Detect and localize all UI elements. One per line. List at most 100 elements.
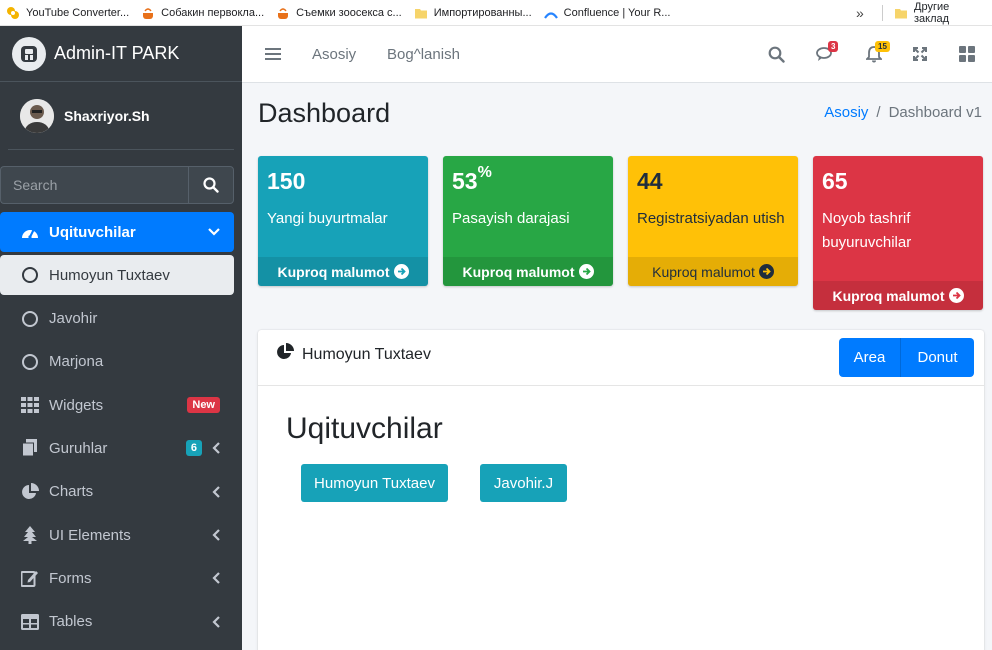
stat-label: Registratsiyadan utish [637, 210, 785, 227]
breadcrumb-link-asosiy[interactable]: Asosiy [824, 104, 868, 121]
fullscreen-button[interactable] [910, 44, 930, 64]
stat-label: Pasayish darajasi [452, 210, 570, 227]
section-heading: Uqituvchilar [286, 412, 443, 445]
bookmarks-overflow-button[interactable]: » [856, 0, 864, 26]
more-info-link[interactable]: Kuproq malumot [258, 257, 428, 286]
search-button[interactable] [188, 166, 234, 204]
card-title: Humoyun Tuxtaev [302, 345, 431, 363]
bookmark-2[interactable]: Собакин первокла... [135, 0, 270, 25]
search-input[interactable] [0, 166, 188, 204]
sidebar-item-charts[interactable]: Charts [0, 472, 234, 512]
chevron-down-icon [208, 228, 220, 236]
circle-icon [20, 353, 40, 371]
arrow-circle-right-icon [758, 264, 774, 279]
hamburger-icon [265, 48, 281, 60]
circle-icon [20, 266, 40, 284]
copy-icon [20, 439, 40, 457]
sidebar-item-label: Charts [49, 483, 94, 501]
edit-icon [20, 569, 40, 588]
stat-box-bounce-rate: 53% Pasayish darajasi Kuproq malumot [443, 156, 613, 286]
notifications-badge: 15 [875, 41, 890, 52]
expand-arrows-icon [913, 47, 927, 61]
youtube-converter-icon [6, 6, 20, 20]
arrow-circle-right-icon [393, 264, 409, 279]
count-badge: 6 [185, 440, 202, 457]
bookmark-youtube-converter[interactable]: YouTube Converter... [0, 0, 135, 25]
th-grid-icon [20, 396, 40, 414]
tab-area[interactable]: Area [839, 338, 901, 377]
tab-donut[interactable]: Donut [901, 338, 974, 377]
sidebar-item-javohir[interactable]: Javohir [0, 299, 234, 339]
navbar-search-button[interactable] [766, 44, 786, 64]
nav-link-boglanish[interactable]: Bog^lanish [387, 26, 460, 83]
stat-value: 65 [822, 168, 848, 194]
stat-value: 44 [637, 168, 663, 194]
pie-chart-icon [276, 343, 294, 366]
folder-icon [894, 6, 908, 20]
table-icon [20, 613, 40, 631]
sidebar-item-ui-elements[interactable]: UI Elements [0, 515, 234, 555]
sidebar: Admin-IT PARK Shaxriyor.Sh Uqituvchilar … [0, 26, 242, 650]
sidebar-item-tables[interactable]: Tables [0, 602, 234, 642]
teacher-button-javohir[interactable]: Javohir.J [480, 464, 567, 502]
stat-box-registrations: 44 Registratsiyadan utish Kuproq malumot [628, 156, 798, 286]
menu-toggle-button[interactable] [263, 44, 283, 64]
breadcrumb: Asosiy / Dashboard v1 [824, 104, 982, 121]
nav-link-asosiy[interactable]: Asosiy [312, 26, 356, 83]
chevron-left-icon [212, 615, 220, 628]
sidebar-item-label: Forms [49, 569, 92, 587]
confluence-icon [543, 6, 558, 20]
stat-box-orders: 150 Yangi buyurtmalar Kuproq malumot [258, 156, 428, 286]
more-info-link[interactable]: Kuproq malumot [628, 257, 798, 286]
tree-icon [20, 526, 40, 545]
sidebar-item-label: Uqituvchilar [49, 223, 136, 241]
percent-sign: % [477, 164, 492, 181]
sidebar-item-forms[interactable]: Forms [0, 558, 234, 598]
sidebar-nav: Uqituvchilar Humoyun Tuxtaev Javohir Mar… [0, 212, 242, 645]
bookmark-3[interactable]: Съемки зоосекса с... [270, 0, 408, 25]
folder-icon [414, 6, 428, 20]
chevron-left-icon [212, 572, 220, 585]
more-info-link[interactable]: Kuproq malumot [813, 281, 983, 310]
notifications-button[interactable]: 15 [864, 41, 890, 64]
bookmarks-divider [882, 5, 883, 21]
sidebar-item-guruhlar[interactable]: Guruhlar 6 [0, 428, 234, 468]
cooking-pot-icon [141, 6, 155, 20]
chart-card: Humoyun Tuxtaev Area Donut Uqituvchilar … [258, 330, 984, 650]
brand-link[interactable]: Admin-IT PARK [0, 26, 242, 82]
chevron-left-icon [212, 529, 220, 541]
sidebar-item-label: Guruhlar [49, 439, 108, 457]
messages-button[interactable]: 3 [815, 41, 839, 64]
bookmark-folder-imported[interactable]: Импортированны... [408, 0, 538, 25]
card-header: Humoyun Tuxtaev Area Donut [258, 330, 984, 386]
top-navbar: Asosiy Bog^lanish 3 15 [242, 26, 992, 83]
teacher-button-humoyun[interactable]: Humoyun Tuxtaev [301, 464, 448, 502]
breadcrumb-current: Dashboard v1 [888, 104, 982, 121]
user-name: Shaxriyor.Sh [64, 107, 150, 124]
th-large-icon [959, 46, 975, 62]
bookmark-other-folder[interactable]: Другие заклад [888, 0, 992, 26]
sidebar-item-marjona[interactable]: Marjona [0, 342, 234, 382]
control-sidebar-button[interactable] [957, 44, 977, 64]
stat-box-unique-visitors: 65 Noyob tashrif buyuruvchilar Kuproq ma… [813, 156, 983, 310]
search-icon [203, 177, 219, 193]
pie-chart-icon [20, 482, 40, 501]
cooking-pot-icon [276, 6, 290, 20]
more-info-link[interactable]: Kuproq malumot [443, 257, 613, 286]
user-panel[interactable]: Shaxriyor.Sh [8, 82, 234, 150]
arrow-circle-right-icon [578, 264, 594, 279]
sidebar-item-humoyun-tuxtaev[interactable]: Humoyun Tuxtaev [0, 255, 234, 296]
arrow-circle-right-icon [948, 288, 964, 303]
stat-value: 53% [452, 164, 492, 194]
avatar [20, 98, 54, 133]
bookmark-confluence[interactable]: Confluence | Your R... [538, 0, 677, 25]
sidebar-item-widgets[interactable]: Widgets New [0, 385, 234, 425]
chevron-left-icon [212, 442, 220, 455]
sidebar-item-uqituvchilar[interactable]: Uqituvchilar [0, 212, 234, 252]
page-title: Dashboard [258, 98, 391, 128]
sidebar-item-label: Humoyun Tuxtaev [49, 266, 170, 284]
tachometer-icon [20, 223, 40, 241]
sidebar-item-label: Marjona [49, 353, 104, 371]
sidebar-search [0, 166, 234, 204]
stat-label: Yangi buyurtmalar [267, 210, 388, 227]
